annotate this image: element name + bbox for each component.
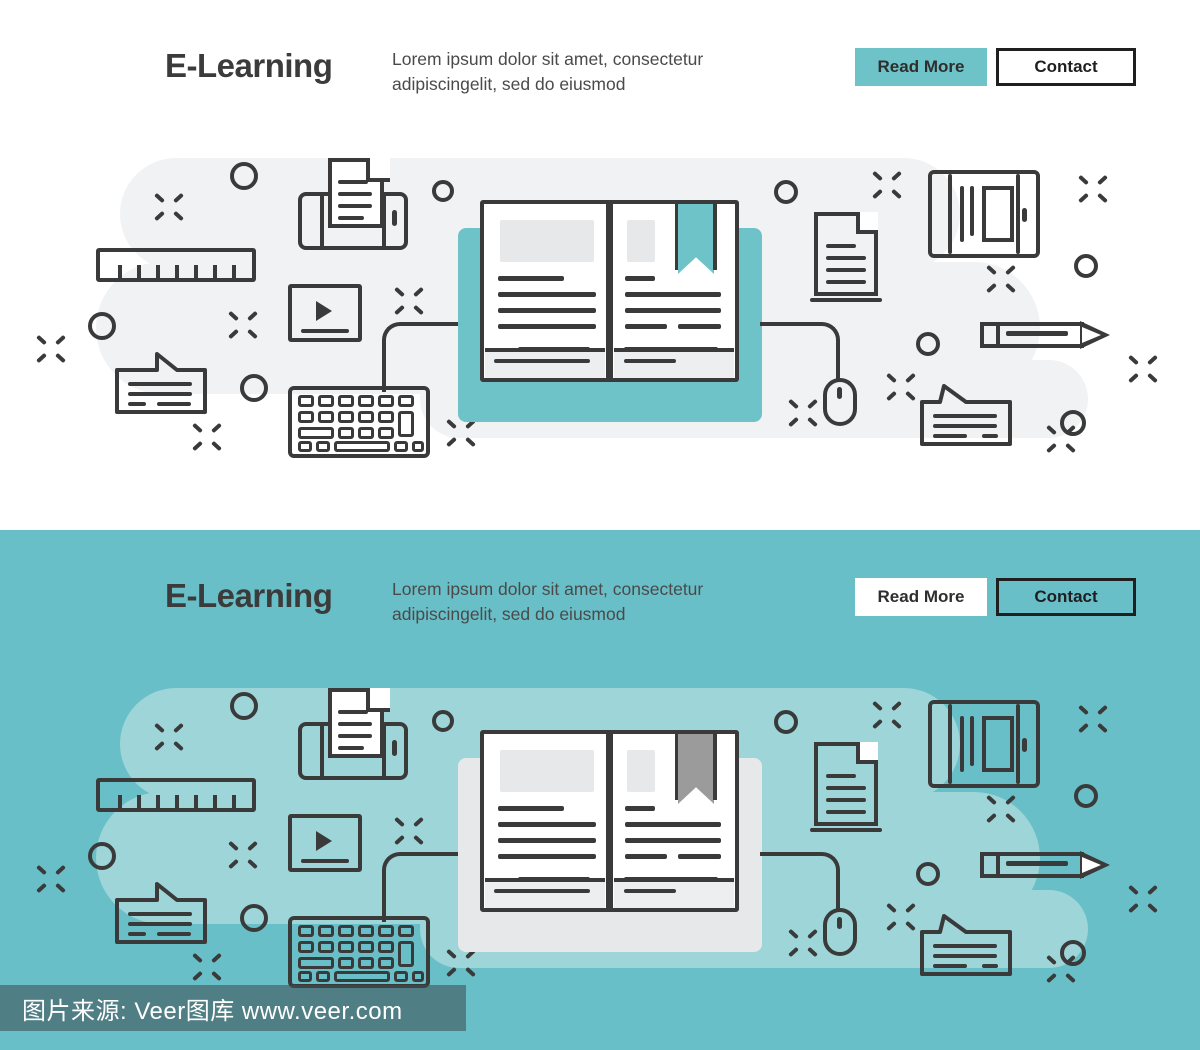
video-player-icon <box>288 284 362 342</box>
keyboard-icon <box>288 386 430 458</box>
sparkle-decoration <box>190 950 224 984</box>
sparkle-decoration <box>152 190 186 224</box>
ruler-icon <box>96 778 256 812</box>
printer-icon <box>298 158 408 250</box>
book-image-block-right <box>627 750 655 792</box>
banner-divider <box>0 520 1200 530</box>
sparkle-decoration <box>34 332 68 366</box>
banner-light: E-Learning Lorem ipsum dolor sit amet, c… <box>0 0 1200 520</box>
book-footer-strip-right <box>614 878 734 908</box>
speech-bubble-icon <box>115 880 207 946</box>
speech-bubble-icon <box>920 382 1012 448</box>
printer-icon <box>298 688 408 780</box>
pencil-icon <box>980 321 1110 349</box>
subtitle-line-2: adipiscingelit, sed do eiusmod <box>392 604 626 624</box>
book-footer-strip-right <box>614 348 734 378</box>
circle-decoration <box>240 374 268 402</box>
sparkle-decoration <box>984 262 1018 296</box>
circle-decoration <box>774 180 798 204</box>
sparkle-decoration <box>884 900 918 934</box>
open-book-icon <box>458 200 762 422</box>
sparkle-decoration <box>870 698 904 732</box>
mouse-icon <box>823 908 857 956</box>
circle-decoration <box>432 180 454 202</box>
book-image-block-right <box>627 220 655 262</box>
document-icon <box>810 212 882 302</box>
subtitle-line-2: adipiscingelit, sed do eiusmod <box>392 74 626 94</box>
circle-decoration <box>1074 784 1098 808</box>
sparkle-decoration <box>786 396 820 430</box>
book-image-block-left <box>500 750 594 792</box>
read-more-button[interactable]: Read More <box>855 48 987 86</box>
book-footer-strip-left <box>485 878 605 908</box>
contact-button[interactable]: Contact <box>996 48 1136 86</box>
circle-decoration <box>1074 254 1098 278</box>
illustration-light <box>0 120 1200 520</box>
circle-decoration <box>230 692 258 720</box>
speech-bubble-icon <box>115 350 207 416</box>
sparkle-decoration <box>152 720 186 754</box>
circle-decoration <box>230 162 258 190</box>
open-book-icon <box>458 730 762 952</box>
contact-button[interactable]: Contact <box>996 578 1136 616</box>
sparkle-decoration <box>34 862 68 896</box>
sparkle-decoration <box>226 838 260 872</box>
video-player-icon <box>288 814 362 872</box>
sparkle-decoration <box>1126 882 1160 916</box>
sparkle-decoration <box>392 814 426 848</box>
circle-decoration <box>916 862 940 886</box>
page-title: E-Learning <box>165 47 333 84</box>
document-icon <box>810 742 882 832</box>
sparkle-decoration <box>870 168 904 202</box>
keyboard-icon <box>288 916 430 988</box>
sparkle-decoration <box>392 284 426 318</box>
mouse-cable <box>760 852 840 910</box>
sparkle-decoration <box>1044 952 1078 986</box>
book-pages <box>480 730 740 912</box>
pencil-icon <box>980 851 1110 879</box>
sparkle-decoration <box>786 926 820 960</box>
watermark: 图片来源: Veer图库 www.veer.com <box>0 985 466 1031</box>
book-ribbon <box>675 734 717 804</box>
mouse-icon <box>823 378 857 426</box>
sparkle-decoration <box>1076 702 1110 736</box>
page-subtitle: Lorem ipsum dolor sit amet, consectetur … <box>392 47 782 97</box>
sparkle-decoration <box>984 792 1018 826</box>
book-ribbon <box>675 204 717 274</box>
book-image-block-left <box>500 220 594 262</box>
circle-decoration <box>88 842 116 870</box>
sparkle-decoration <box>1044 422 1078 456</box>
speech-bubble-icon <box>920 912 1012 978</box>
circle-decoration <box>88 312 116 340</box>
mouse-cable <box>760 322 840 380</box>
banner-teal: E-Learning Lorem ipsum dolor sit amet, c… <box>0 530 1200 1050</box>
sparkle-decoration <box>884 370 918 404</box>
book-footer-strip-left <box>485 348 605 378</box>
page-subtitle: Lorem ipsum dolor sit amet, consectetur … <box>392 577 782 627</box>
circle-decoration <box>432 710 454 732</box>
circle-decoration <box>774 710 798 734</box>
circle-decoration <box>240 904 268 932</box>
ruler-icon <box>96 248 256 282</box>
sparkle-decoration <box>226 308 260 342</box>
circle-decoration <box>916 332 940 356</box>
sparkle-decoration <box>1126 352 1160 386</box>
banner-light-header: E-Learning Lorem ipsum dolor sit amet, c… <box>0 0 1200 120</box>
banner-teal-header: E-Learning Lorem ipsum dolor sit amet, c… <box>0 530 1200 650</box>
subtitle-line-1: Lorem ipsum dolor sit amet, consectetur <box>392 49 704 69</box>
page-title: E-Learning <box>165 577 333 614</box>
tablet-bookshelf-icon <box>928 700 1040 788</box>
tablet-bookshelf-icon <box>928 170 1040 258</box>
read-more-button[interactable]: Read More <box>855 578 987 616</box>
subtitle-line-1: Lorem ipsum dolor sit amet, consectetur <box>392 579 704 599</box>
sparkle-decoration <box>1076 172 1110 206</box>
sparkle-decoration <box>190 420 224 454</box>
book-pages <box>480 200 740 382</box>
